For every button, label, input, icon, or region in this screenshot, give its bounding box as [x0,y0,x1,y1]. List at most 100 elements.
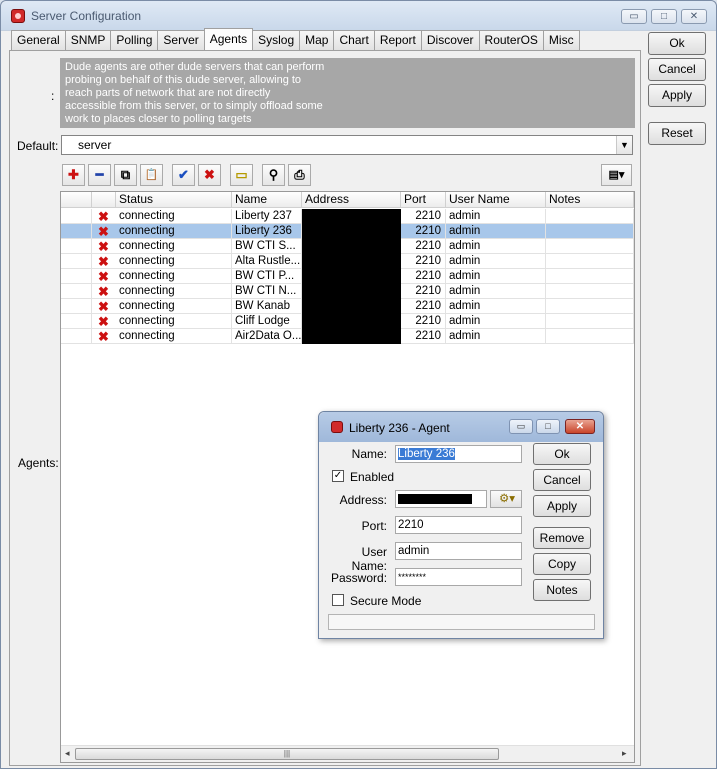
dialog-cancel-button[interactable]: Cancel [533,469,591,491]
remove-icon[interactable]: ━ [88,164,111,186]
tab-misc[interactable]: Misc [542,30,580,50]
status-cell: connecting [116,284,232,299]
dialog-titlebar: Liberty 236 - Agent ▭ □ ✕ [319,412,603,442]
user-name-label: User Name: [351,545,387,573]
user-name-cell: admin [446,224,546,239]
description-line: probing on behalf of this dude server, a… [65,74,302,86]
scroll-left-icon[interactable]: ◂ [65,748,70,759]
description-line: work to places closer to polling targets [65,113,252,125]
tab-report[interactable]: Report [373,30,422,50]
disconnected-icon: ✖ [98,239,109,254]
table-row[interactable]: ✖ connecting Cliff Lodge 2210 admin [61,314,634,329]
address-cell-redacted [302,284,401,299]
comment-icon[interactable]: ▭ [230,164,253,186]
column-header-flag[interactable] [61,192,92,208]
table-row[interactable]: ✖ connecting Air2Data O... 2210 admin [61,329,634,344]
tab-discover[interactable]: Discover [420,30,480,50]
paste-icon[interactable]: 📋 [140,164,163,186]
notes-cell [546,299,634,314]
tab-server[interactable]: Server [157,30,205,50]
disconnected-icon: ✖ [98,209,109,224]
tab-map[interactable]: Map [299,30,335,50]
apply-button[interactable]: Apply [648,84,706,107]
name-cell: BW CTI N... [232,284,302,299]
port-cell: 2210 [401,314,446,329]
user-name-field[interactable]: admin [395,542,522,560]
dialog-close-button[interactable]: ✕ [565,419,595,434]
dialog-minimize-button[interactable]: ▭ [509,419,533,434]
enabled-checkbox[interactable]: ✓ [332,470,344,482]
table-row[interactable]: ✖ connecting BW CTI S... 2210 admin [61,239,634,254]
tab-syslog[interactable]: Syslog [252,30,301,50]
enable-icon[interactable]: ✔ [172,164,195,186]
horizontal-scrollbar[interactable]: ◂ ||| ▸ [61,745,634,762]
column-header-icon[interactable] [92,192,116,208]
close-button[interactable]: ✕ [681,9,707,24]
flag-cell [61,269,92,284]
column-header-status[interactable]: Status [116,192,232,208]
add-icon[interactable]: ✚ [62,164,85,186]
name-cell: BW Kanab [232,299,302,314]
disconnected-icon: ✖ [98,299,109,314]
disable-icon[interactable]: ✖ [198,164,221,186]
table-row[interactable]: ✖ connecting BW CTI N... 2210 admin [61,284,634,299]
secure-mode-checkbox[interactable] [332,594,344,606]
column-header-address[interactable]: Address [302,192,401,208]
column-header-name[interactable]: Name [232,192,302,208]
tab-snmp[interactable]: SNMP [64,30,112,50]
table-row[interactable]: ✖ connecting BW CTI P... 2210 admin [61,269,634,284]
titlebar: Server Configuration ▭ □ ✕ [1,1,716,31]
table-row[interactable]: ✖ connecting BW Kanab 2210 admin [61,299,634,314]
reset-button[interactable]: Reset [648,122,706,145]
cancel-button[interactable]: Cancel [648,58,706,81]
address-options-button[interactable]: ⚙▾ [490,490,522,508]
description-line: accessible from this server, or to simpl… [65,100,323,112]
user-name-cell: admin [446,284,546,299]
notes-cell [546,239,634,254]
scroll-thumb[interactable]: ||| [75,748,499,760]
flag-cell [61,254,92,269]
disconnected-icon: ✖ [98,314,109,329]
status-cell: connecting [116,269,232,284]
ok-button[interactable]: Ok [648,32,706,55]
dialog-remove-button[interactable]: Remove [533,527,591,549]
column-header-notes[interactable]: Notes [546,192,634,208]
copy-icon[interactable]: ⧉ [114,164,137,186]
status-cell: connecting [116,254,232,269]
user-name-cell: admin [446,209,546,224]
address-field[interactable] [395,490,487,508]
dialog-maximize-button[interactable]: □ [536,419,560,434]
tab-polling[interactable]: Polling [110,30,159,50]
column-header-port[interactable]: Port [401,192,446,208]
chevron-down-icon[interactable]: ▼ [616,136,632,154]
table-row[interactable]: ✖ connecting Liberty 236 2210 admin [61,224,634,239]
name-field[interactable]: Liberty 236 [395,445,522,463]
tab-chart[interactable]: Chart [333,30,375,50]
status-cell: connecting [116,239,232,254]
minimize-button[interactable]: ▭ [621,9,647,24]
disconnected-icon: ✖ [98,284,109,299]
default-agent-select[interactable]: server ▼ [61,135,633,155]
disconnected-icon: ✖ [98,269,109,284]
print-icon[interactable]: ⎙ [288,164,311,186]
tab-routeros[interactable]: RouterOS [478,30,544,50]
tab-general[interactable]: General [11,30,66,50]
dialog-apply-button[interactable]: Apply [533,495,591,517]
table-row[interactable]: ✖ connecting Liberty 237 2210 admin [61,209,634,224]
table-row[interactable]: ✖ connecting Alta Rustle... 2210 admin [61,254,634,269]
server-configuration-window: Server Configuration ▭ □ ✕ General SNMP … [0,0,717,769]
dialog-ok-button[interactable]: Ok [533,443,591,465]
default-agent-value: server [78,138,112,152]
port-field[interactable]: 2210 [395,516,522,534]
columns-icon[interactable]: ▤▾ [601,164,632,186]
flag-cell [61,299,92,314]
password-field[interactable]: ******** [395,568,522,586]
password-label: Password: [331,571,388,585]
column-header-user-name[interactable]: User Name [446,192,546,208]
tab-agents[interactable]: Agents [203,28,254,50]
maximize-button[interactable]: □ [651,9,677,24]
dialog-copy-button[interactable]: Copy [533,553,591,575]
scroll-right-icon[interactable]: ▸ [622,748,627,759]
find-icon[interactable]: ⚲ [262,164,285,186]
dialog-notes-button[interactable]: Notes [533,579,591,601]
